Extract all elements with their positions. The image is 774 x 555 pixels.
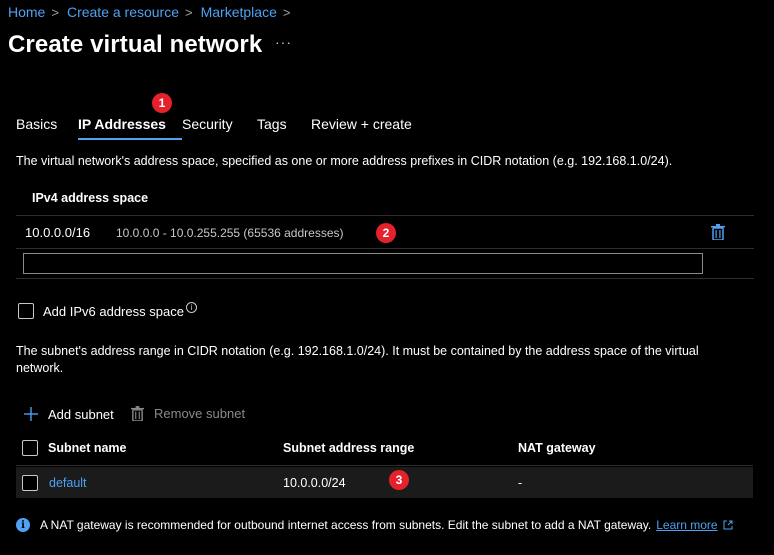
address-prefix: 10.0.0.0/16	[25, 225, 91, 240]
info-icon: i	[16, 518, 30, 532]
address-range: 10.0.0.0 - 10.0.255.255 (65536 addresses…	[116, 226, 344, 240]
external-link-icon	[723, 520, 733, 530]
divider	[16, 278, 754, 279]
remove-subnet-label: Remove subnet	[154, 406, 246, 421]
annotation-badge-1: 1	[152, 93, 172, 113]
learn-more-link[interactable]: Learn more	[656, 518, 717, 532]
breadcrumb-separator: >	[282, 4, 291, 20]
create-vnet-page: Home > Create a resource > Marketplace >…	[0, 0, 774, 555]
annotation-badge-2: 2	[376, 223, 396, 243]
breadcrumb-separator: >	[51, 4, 59, 20]
breadcrumb: Home > Create a resource > Marketplace >	[8, 4, 298, 20]
ipv6-label: Add IPv6 address space	[43, 304, 184, 319]
divider	[16, 465, 753, 466]
tab-ip-addresses-label: IP Addresses	[78, 116, 166, 132]
tab-tags[interactable]: Tags	[257, 116, 311, 140]
divider	[16, 248, 754, 249]
subnet-name-link[interactable]: default	[49, 476, 87, 490]
tab-security[interactable]: Security	[182, 116, 257, 140]
tab-ip-addresses[interactable]: IP Addresses	[78, 116, 182, 140]
tab-review-create[interactable]: Review + create	[311, 116, 412, 140]
add-subnet-label: Add subnet	[48, 406, 114, 422]
column-nat-gateway: NAT gateway	[518, 441, 596, 455]
ipv4-column-header: IPv4 address space	[32, 191, 149, 205]
nat-info-text: A NAT gateway is recommended for outboun…	[40, 518, 652, 532]
breadcrumb-create-resource[interactable]: Create a resource	[67, 4, 179, 20]
ipv6-checkbox[interactable]	[18, 303, 34, 319]
divider	[16, 215, 754, 216]
breadcrumb-home[interactable]: Home	[8, 4, 45, 20]
page-title: Create virtual network	[8, 31, 263, 58]
address-space-description: The virtual network's address space, spe…	[16, 154, 673, 168]
subnet-range: 10.0.0.0/24	[283, 476, 346, 490]
annotation-badge-3: 3	[389, 470, 409, 490]
nat-gateway-value: -	[518, 476, 523, 490]
remove-subnet-button[interactable]: Remove subnet	[131, 406, 245, 421]
table-row[interactable]: default 10.0.0.0/24 -	[16, 467, 753, 498]
select-all-checkbox[interactable]	[22, 440, 38, 456]
tab-bar: Basics IP Addresses Security Tags Review…	[16, 116, 412, 140]
column-subnet-name: Subnet name	[48, 441, 127, 455]
tab-basics[interactable]: Basics	[16, 116, 78, 140]
add-subnet-button[interactable]: Add subnet	[23, 406, 114, 422]
breadcrumb-separator: >	[185, 4, 193, 20]
breadcrumb-marketplace[interactable]: Marketplace	[201, 4, 277, 20]
more-options-button[interactable]: ···	[275, 34, 292, 50]
info-icon[interactable]: i	[186, 302, 197, 313]
trash-icon	[131, 406, 144, 421]
plus-icon	[24, 407, 38, 421]
column-subnet-range: Subnet address range	[283, 441, 415, 455]
nat-info-bar: i A NAT gateway is recommended for outbo…	[16, 518, 733, 532]
new-address-space-input[interactable]	[23, 253, 703, 274]
trash-icon[interactable]	[711, 224, 725, 245]
row-checkbox[interactable]	[22, 475, 38, 491]
subnet-description: The subnet's address range in CIDR notat…	[16, 344, 699, 375]
